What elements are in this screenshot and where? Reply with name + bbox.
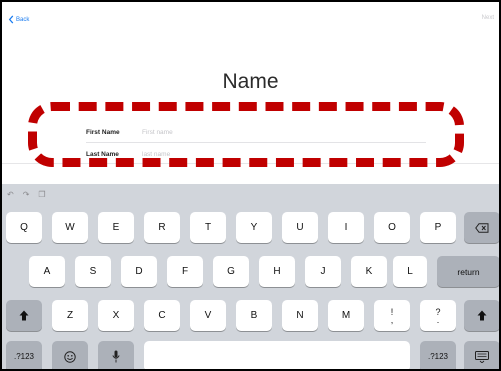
key-question-period[interactable]: ? .: [420, 300, 456, 331]
form-divider: [2, 163, 499, 164]
last-name-label: Last Name: [86, 150, 119, 158]
microphone-icon: [112, 350, 120, 363]
numbers-key-right[interactable]: .?123: [420, 341, 456, 369]
redo-icon[interactable]: ↷: [23, 190, 30, 199]
shift-icon: [477, 310, 487, 321]
key-c[interactable]: C: [144, 300, 180, 331]
numbers-key-left[interactable]: .?123: [6, 341, 42, 369]
hide-keyboard-key[interactable]: [464, 341, 499, 369]
navigation-bar: Back Next: [2, 2, 499, 42]
key-period-label: .: [436, 314, 440, 325]
chevron-left-icon: [8, 15, 14, 24]
undo-icon[interactable]: ↶: [7, 190, 14, 199]
keyboard-icon: [475, 350, 489, 363]
delete-key[interactable]: [464, 212, 499, 243]
key-e[interactable]: E: [98, 212, 134, 243]
key-l[interactable]: L: [393, 256, 427, 287]
key-r[interactable]: R: [144, 212, 180, 243]
back-label: Back: [16, 16, 30, 23]
key-g[interactable]: G: [213, 256, 249, 287]
next-button[interactable]: Next: [482, 15, 494, 21]
key-d[interactable]: D: [121, 256, 157, 287]
first-name-label: First Name: [86, 128, 120, 136]
emoji-key[interactable]: [52, 341, 88, 369]
key-v[interactable]: V: [190, 300, 226, 331]
key-f[interactable]: F: [167, 256, 203, 287]
space-key[interactable]: [144, 341, 410, 369]
first-name-field[interactable]: [142, 125, 426, 139]
key-i[interactable]: I: [328, 212, 364, 243]
on-screen-keyboard: ↶ ↷ ❐ Q W E R T Y U I O P A S D F G H J …: [2, 184, 499, 369]
backspace-icon: [475, 222, 489, 233]
key-m[interactable]: M: [328, 300, 364, 331]
first-name-row: First Name: [86, 122, 426, 143]
key-a[interactable]: A: [29, 256, 65, 287]
shift-icon: [19, 310, 29, 321]
last-name-row: Last Name: [86, 144, 426, 164]
key-w[interactable]: W: [52, 212, 88, 243]
name-form: First Name Last Name: [86, 120, 426, 166]
key-p[interactable]: P: [420, 212, 456, 243]
app-window: Back Next Name First Name Last Name ↶ ↷ …: [0, 0, 501, 371]
return-key[interactable]: return: [437, 256, 499, 287]
clipboard-icon[interactable]: ❐: [38, 190, 45, 199]
page-title: Name: [222, 70, 279, 93]
key-z[interactable]: Z: [52, 300, 88, 331]
key-u[interactable]: U: [282, 212, 318, 243]
key-comma-label: ,: [390, 314, 394, 325]
key-n[interactable]: N: [282, 300, 318, 331]
shortcut-bar: ↶ ↷ ❐: [7, 190, 46, 199]
key-h[interactable]: H: [259, 256, 295, 287]
dictation-key[interactable]: [98, 341, 134, 369]
key-y[interactable]: Y: [236, 212, 272, 243]
last-name-field[interactable]: [142, 147, 426, 161]
back-button[interactable]: Back: [8, 15, 29, 24]
key-x[interactable]: X: [98, 300, 134, 331]
key-o[interactable]: O: [374, 212, 410, 243]
key-j[interactable]: J: [305, 256, 341, 287]
key-exclamation-comma[interactable]: ! ,: [374, 300, 410, 331]
shift-key-left[interactable]: [6, 300, 42, 331]
shift-key-right[interactable]: [464, 300, 499, 331]
key-q[interactable]: Q: [6, 212, 42, 243]
key-b[interactable]: B: [236, 300, 272, 331]
emoji-icon: [64, 350, 76, 363]
key-t[interactable]: T: [190, 212, 226, 243]
key-s[interactable]: S: [75, 256, 111, 287]
key-k[interactable]: K: [351, 256, 387, 287]
